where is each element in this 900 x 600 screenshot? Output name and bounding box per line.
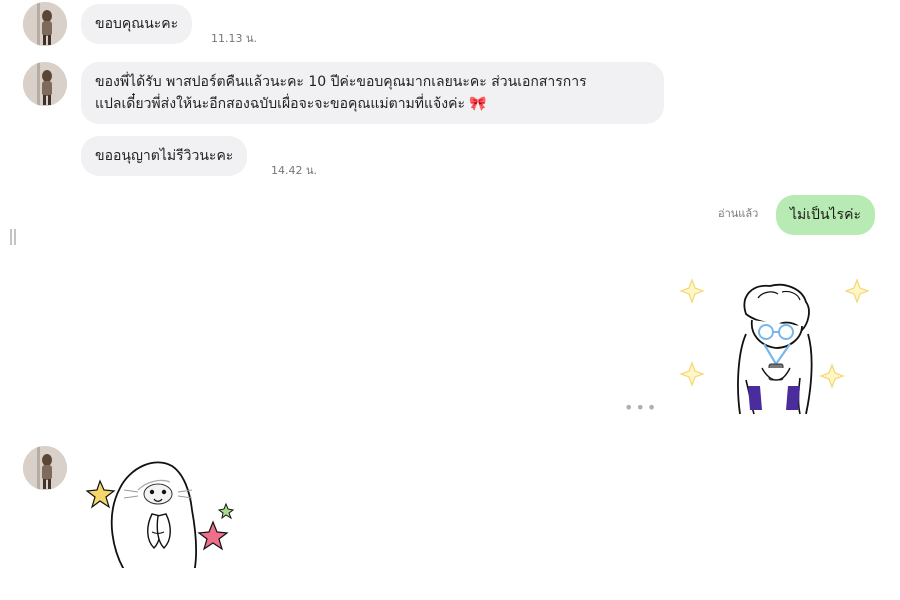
contact-avatar[interactable] [23,62,67,106]
ribbon-emoji-icon: 🎀 [469,96,487,112]
message-text: ขออนุญาตไม่รีวิวนะคะ [95,148,234,164]
avatar-photo-icon [23,2,67,46]
more-options-icon[interactable]: ••• [624,400,658,416]
message-text: ขอบคุณนะคะ [95,16,179,32]
seal-praying-sticker-icon [85,461,235,568]
message-text-line: แปลเดี๋ยวพี่ส่งให้นะอีกสองฉบับเผื่อจะจะข… [95,96,487,112]
incoming-sticker[interactable] [85,448,246,568]
message-bubble[interactable]: ขอบคุณนะคะ [81,4,193,44]
contact-avatar[interactable] [23,446,67,490]
message-bubble[interactable]: ของพี่ได้รับ พาสปอร์ตคืนแล้วนะคะ 10 ปีค่… [81,62,664,124]
contact-avatar[interactable] [23,2,67,46]
chat-area: ขอบคุณนะคะ 11.13 น. ของพี่ได้รับ พาสปอร์… [0,0,900,568]
avatar-photo-icon [23,62,67,106]
read-receipt: อ่านแล้ว [718,207,759,220]
outgoing-sticker[interactable] [679,268,870,432]
message-text: ไม่เป็นไรค่ะ [790,207,861,223]
bowing-person-sticker-icon [679,278,870,415]
footer-area [0,568,900,600]
avatar-photo-icon [23,446,67,490]
message-text-line: ของพี่ได้รับ พาสปอร์ตคืนแล้วนะคะ 10 ปีค่… [95,74,587,90]
message-time: 14.42 น. [271,164,318,177]
outgoing-message-bubble[interactable]: ไม่เป็นไรค่ะ [776,195,875,235]
message-time: 11.13 น. [211,32,258,45]
message-bubble[interactable]: ขออนุญาตไม่รีวิวนะคะ [81,136,248,176]
pause-icon[interactable] [10,229,16,245]
